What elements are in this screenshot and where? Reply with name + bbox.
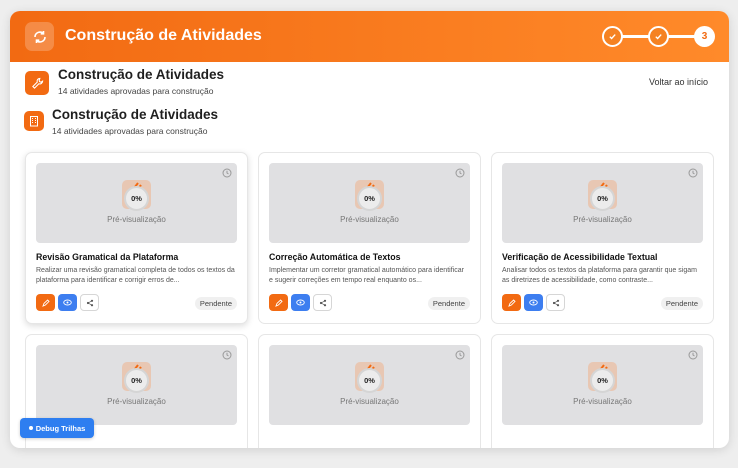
preview-area: 0% Pré-visualização	[502, 345, 703, 425]
card-description: Realizar uma revisão gramatical completa…	[36, 267, 235, 284]
section-subtitle: 14 atividades aprovadas para construção	[58, 86, 214, 96]
preview-label: Pré-visualização	[340, 215, 399, 224]
preview-area: 0% Pré-visualização	[502, 163, 703, 243]
building-icon	[24, 111, 44, 131]
card-title: Verificação de Acessibilidade Textual	[502, 252, 658, 262]
pencil-icon	[274, 298, 283, 307]
clock-icon	[455, 350, 465, 360]
preview-label: Pré-visualização	[573, 215, 632, 224]
step-1-done[interactable]	[602, 26, 623, 47]
section-subtitle: 14 atividades aprovadas para construção	[52, 126, 208, 136]
wrench-icon	[25, 71, 49, 95]
debug-trails-button[interactable]: Debug Trilhas	[20, 418, 94, 438]
share-icon	[552, 299, 559, 306]
activity-card[interactable]: 0% Pré-visualização Verificação de Acess…	[491, 152, 714, 324]
card-description: Analisar todos os textos da plataforma p…	[502, 267, 697, 284]
section-title: Construção de Atividades	[52, 107, 219, 122]
dot-icon	[28, 426, 33, 430]
debug-button-label: Debug Trilhas	[35, 423, 86, 433]
eye-icon	[529, 299, 538, 306]
clock-icon	[222, 168, 232, 178]
status-badge: Pendente	[660, 297, 703, 310]
preview-area: 0% Pré-visualização	[269, 163, 470, 243]
edit-button[interactable]	[269, 294, 288, 311]
step-2-done[interactable]	[648, 26, 669, 47]
preview-area: 0% Pré-visualização	[269, 345, 470, 425]
progress-ring: 0%	[357, 368, 382, 393]
step-3-current[interactable]: 3	[694, 26, 715, 47]
edit-button[interactable]	[502, 294, 521, 311]
preview-area: 0% Pré-visualização	[36, 345, 237, 425]
check-icon	[655, 34, 662, 40]
check-icon	[609, 34, 616, 40]
share-icon	[86, 299, 93, 306]
card-title: Correção Automática de Textos	[269, 252, 401, 262]
progress-ring: 0%	[590, 186, 615, 211]
step-connector	[667, 35, 696, 38]
view-button[interactable]	[58, 294, 77, 311]
section-title: Construção de Atividades	[58, 67, 225, 82]
pencil-icon	[41, 298, 50, 307]
share-button[interactable]	[80, 294, 99, 311]
preview-label: Pré-visualização	[573, 397, 632, 406]
activity-card[interactable]: 0% Pré-visualização Revisão Gramatical d…	[25, 152, 248, 324]
eye-icon	[296, 299, 305, 306]
eye-icon	[63, 299, 72, 306]
header-bar: Construção de Atividades 3	[10, 11, 729, 62]
clock-icon	[222, 350, 232, 360]
clock-icon	[455, 168, 465, 178]
view-button[interactable]	[291, 294, 310, 311]
activity-card[interactable]: 0% Pré-visualização	[258, 334, 481, 448]
share-icon	[319, 299, 326, 306]
step-connector	[621, 35, 649, 38]
status-badge: Pendente	[427, 297, 470, 310]
activity-card[interactable]: 0% Pré-visualização Correção Automática …	[258, 152, 481, 324]
progress-ring: 0%	[590, 368, 615, 393]
share-button[interactable]	[313, 294, 332, 311]
card-description: Implementar um corretor gramatical autom…	[269, 267, 464, 284]
share-button[interactable]	[546, 294, 565, 311]
progress-ring: 0%	[357, 186, 382, 211]
refresh-icon	[25, 22, 54, 51]
page-title: Construção de Atividades	[65, 27, 262, 44]
view-button[interactable]	[524, 294, 543, 311]
card-title: Revisão Gramatical da Plataforma	[36, 252, 179, 262]
clock-icon	[688, 168, 698, 178]
progress-ring: 0%	[124, 368, 149, 393]
status-badge: Pendente	[194, 297, 237, 310]
pencil-icon	[507, 298, 516, 307]
activity-card[interactable]: 0% Pré-visualização	[491, 334, 714, 448]
preview-label: Pré-visualização	[107, 215, 166, 224]
clock-icon	[688, 350, 698, 360]
app-window: Construção de Atividades 3 Construção de…	[10, 11, 729, 448]
edit-button[interactable]	[36, 294, 55, 311]
preview-area: 0% Pré-visualização	[36, 163, 237, 243]
preview-label: Pré-visualização	[340, 397, 399, 406]
preview-label: Pré-visualização	[107, 397, 166, 406]
back-to-home-link[interactable]: Voltar ao início	[649, 77, 708, 87]
progress-ring: 0%	[124, 186, 149, 211]
